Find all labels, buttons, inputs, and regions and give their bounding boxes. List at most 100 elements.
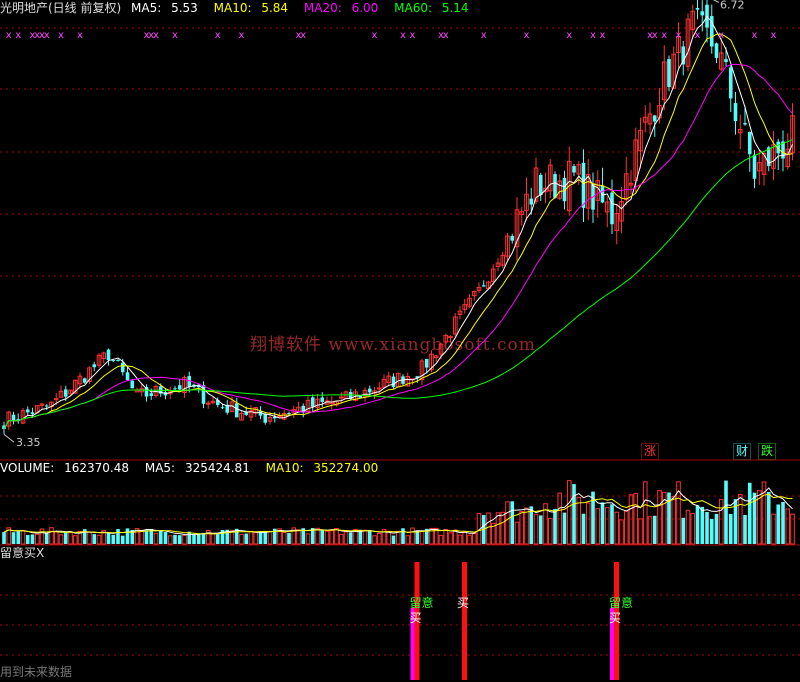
candle-body: [149, 393, 154, 396]
candle-body: [367, 388, 372, 393]
volume-bar: [391, 535, 396, 544]
volume-bar: [714, 513, 719, 544]
candle-body: [177, 385, 182, 390]
volume-bar: [776, 504, 781, 544]
candle-body: [82, 378, 87, 383]
volume-bar: [505, 501, 510, 545]
volume-bar: [562, 512, 567, 544]
candle-body: [63, 389, 68, 397]
candle-body: [106, 349, 111, 361]
volume-bar: [785, 508, 791, 545]
volume-bar: [329, 530, 335, 545]
candle-body: [205, 402, 211, 405]
x-marker: x: [6, 30, 12, 41]
candle-body: [310, 397, 315, 407]
x-marker: x: [752, 30, 758, 41]
volume-bar: [781, 501, 785, 544]
candle-body: [130, 380, 135, 389]
high-price-label: 6.72: [720, 0, 745, 11]
volume-bar: [49, 527, 54, 545]
volume-bar: [538, 515, 543, 544]
volume-bar: [610, 504, 614, 544]
x-marker: x: [676, 30, 682, 41]
candle-body: [481, 285, 486, 287]
volume-bar: [728, 513, 733, 544]
volume-bar: [239, 533, 244, 545]
volume-bar: [681, 517, 686, 544]
volume-bar: [201, 532, 206, 544]
volume-bar: [324, 530, 330, 545]
x-marker: x: [661, 30, 667, 41]
volume-bar: [514, 521, 520, 545]
volume-bar: [724, 480, 728, 544]
volume-bar: [287, 532, 291, 544]
candle-body: [667, 59, 671, 87]
volume-ma10-line: [3, 493, 793, 535]
candle-body: [234, 403, 239, 418]
candle-body: [610, 192, 614, 225]
volume-bar: [524, 507, 529, 545]
volume-bar: [623, 510, 629, 545]
volume-bar: [671, 496, 677, 545]
volume-bar: [462, 531, 468, 545]
volume-bar: [34, 533, 40, 545]
candle-body: [220, 407, 225, 409]
candle-body: [733, 103, 738, 122]
volume-bar: [642, 481, 648, 545]
volume-bar: [187, 531, 192, 544]
candle-body: [752, 154, 757, 179]
volume-bar: [173, 534, 177, 544]
volume-bar: [267, 530, 273, 545]
volume-bar: [20, 529, 26, 545]
candle-body: [724, 59, 728, 62]
volume-bar: [139, 529, 145, 545]
volume-bar: [25, 535, 30, 544]
volume-bar: [685, 509, 691, 545]
volume-bar: [600, 502, 605, 544]
x-marker: x: [372, 30, 378, 41]
volume-bar: [253, 532, 259, 545]
x-marker: x: [590, 30, 596, 41]
volume-bar: [647, 516, 653, 545]
volume-bar: [296, 529, 301, 545]
low-price-label: 3.35: [16, 436, 41, 449]
volume-bar: [743, 515, 747, 544]
candle-body: [116, 360, 120, 362]
candle-body: [376, 387, 382, 390]
volume-bar: [519, 511, 525, 545]
signal-red-bar: [462, 562, 467, 680]
volume-bar: [747, 482, 752, 544]
x-marker: x: [410, 30, 416, 41]
candle-body: [120, 362, 125, 373]
volume-bar: [16, 531, 21, 544]
volume-bar: [443, 529, 449, 545]
x-marker: x: [153, 30, 159, 41]
volume-bar: [196, 534, 201, 544]
volume-bar: [376, 532, 382, 545]
volume-bar: [215, 533, 220, 544]
volume-bar: [244, 533, 249, 544]
volume-bar: [44, 533, 49, 544]
volume-bar: [177, 535, 182, 544]
volume-bar: [410, 527, 415, 545]
x-marker: x: [77, 30, 83, 41]
volume-bar: [405, 535, 411, 545]
volume-bar: [362, 529, 368, 545]
signal-buy-label: 买: [457, 596, 469, 610]
candle-body: [125, 372, 130, 381]
volume-bar: [638, 518, 643, 545]
volume-bar: [486, 512, 491, 545]
volume-bar: [585, 502, 591, 545]
volume-bar: [695, 505, 700, 544]
candle-body: [695, 8, 700, 10]
x-marker: x: [443, 30, 449, 41]
volume-bar: [576, 496, 582, 545]
volume-bar: [315, 527, 320, 545]
signal-watch-label: 留意: [609, 595, 633, 610]
x-marker: x: [481, 30, 487, 41]
candle-body: [553, 174, 557, 198]
volume-bar: [92, 534, 97, 544]
volume-bar: [709, 518, 714, 544]
signal-buy-label: 买: [609, 611, 621, 625]
candle-body: [700, 11, 705, 16]
